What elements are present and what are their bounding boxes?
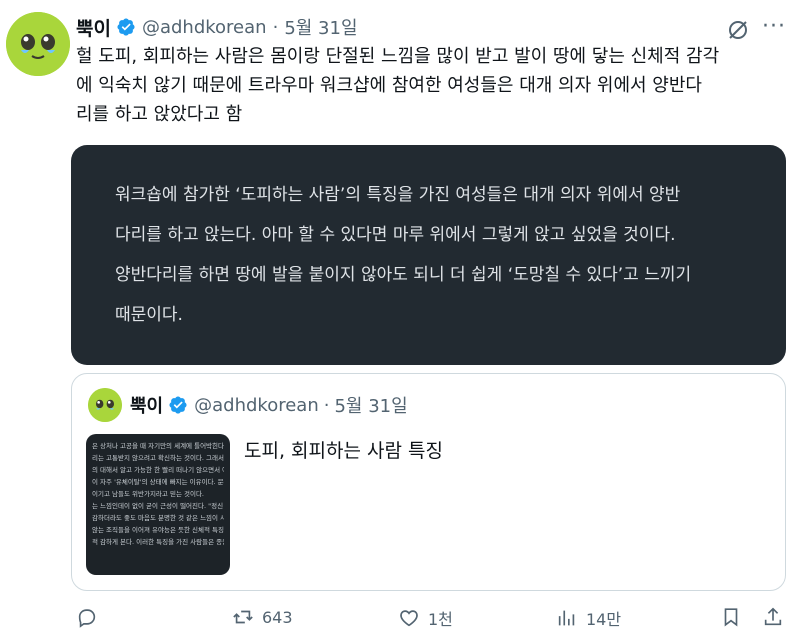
verified-badge-icon [169,396,187,414]
retweet-button[interactable]: 643 [232,606,293,628]
thumb-text-line: 적 감하게 본다. 이러한 특징을 가진 사람들은 종종 다 [92,538,224,546]
share-icon [764,607,782,626]
thumb-text-line: 리는 고통받지 않으려고 확신하는 것이다. 그래서 여러 [92,454,224,462]
author-handle[interactable]: @adhdkorean [142,17,267,38]
quoted-tweet-text: 도피, 회피하는 사람 특징 [244,440,443,462]
views-count: 14만 [586,610,622,629]
quoted-tweet-date: 5월 31일 [334,396,408,417]
more-options-icon[interactable]: ··· [762,16,786,38]
heart-icon [400,610,418,627]
separator-dot: · [272,16,279,38]
tweet-actions-bar: 643 1천 14만 [0,606,800,636]
bookmark-button[interactable] [720,606,742,628]
reply-button[interactable] [76,606,106,628]
author-avatar[interactable] [6,12,70,76]
quoted-author-handle: @adhdkorean [194,394,319,416]
thumb-text-line: 않는 조직들을 이어져 유야능은 듯한 신체적 특징을 가 [92,526,224,534]
tweet-image[interactable]: 워크숍에 참가한 ‘도피하는 사람’의 특징을 가진 여성들은 대개 의자 위에… [71,145,786,365]
share-button[interactable] [762,606,784,628]
tweet-header: 뿍이 @adhdkorean · 5월 31일 ··· [76,14,800,40]
like-button[interactable]: 1천 [398,606,453,630]
quoted-author-avatar [88,388,122,422]
retweet-icon [233,610,253,624]
tweet-text-line: 헐 도피, 회피하는 사람은 몸이랑 단절된 느낌을 많이 받고 발이 땅에 닿… [76,46,720,67]
bookmark-icon [724,608,738,627]
retweet-count: 643 [262,607,293,627]
author-name[interactable]: 뿍이 [76,14,111,41]
thumb-text-line: 의 대해서 알고 가능한 한 빨리 떠나기 않으면서 예민 [92,466,224,474]
separator-dot: · [323,394,330,416]
tweet-text-line: 에 익숙치 않기 때문에 트라우마 워크샵에 참여한 여성들은 대개 의자 위에… [76,75,702,96]
quoted-tweet[interactable]: 뿍이 @adhdkorean · 5월 31일 은 상처나 고공을 때 자기만의… [71,373,786,591]
thumb-text-line: 이기고 남들도 위반가지라고 믿는 것이다. [92,490,204,498]
quoted-tweet-header: 뿍이 @adhdkorean · 5월 31일 [130,392,408,418]
like-count: 1천 [428,610,453,629]
quoted-tweet-thumbnail[interactable]: 은 상처나 고공을 때 자기만의 세계에 틀어박힌다. 가 리는 고통받지 않으… [86,434,230,575]
tweet-date[interactable]: 5월 31일 [284,14,357,40]
tweet-text-line: 리를 하고 앉았다고 함 [76,104,243,125]
thumb-text-line: 이 자주 '유체이탈'의 상태에 빠지는 이유이다. 문제는 [92,478,224,486]
quoted-author-name: 뿍이 [130,396,164,417]
image-text-line: 워크숍에 참가한 ‘도피하는 사람’의 특징을 가진 여성들은 대개 의자 위에… [115,185,681,205]
views-button[interactable]: 14만 [556,606,621,630]
thumb-text-line: 는 느낌인데이 없이 굳이 근성이 떨어진다. "정신 좀 똑바 [92,502,224,510]
thumb-text-line: 은 상처나 고공을 때 자기만의 세계에 틀어박힌다. 가 [92,442,224,450]
image-text-line: 양반다리를 하면 땅에 발을 붙이지 않아도 되니 더 쉽게 ‘도망칠 수 있다… [115,265,692,285]
reply-icon [78,609,96,628]
views-icon [558,610,575,626]
grok-icon[interactable] [726,18,750,42]
verified-badge-icon [117,18,135,36]
image-text-line: 다리를 하고 앉는다. 아마 할 수 있다면 마루 위에서 그렇게 앉고 싶었을… [115,225,676,245]
image-text-line: 때문이다. [115,305,183,325]
tweet-text: 헐 도피, 회피하는 사람은 몸이랑 단절된 느낌을 많이 받고 발이 땅에 닿… [76,42,776,129]
thumb-text-line: 감하더라도 좋도 마음도 분명한 것 같은 느낌이 사라지 [92,514,224,522]
